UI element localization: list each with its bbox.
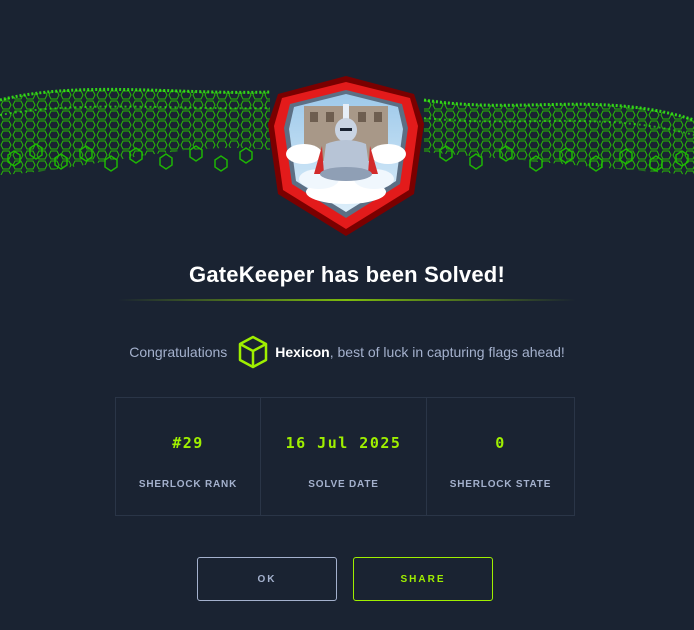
stat-state-label: SHERLOCK STATE [449, 479, 552, 490]
congratulations-message: Congratulations Hexicon , best of luck i… [0, 332, 694, 372]
ok-button[interactable]: OK [197, 557, 337, 601]
congrats-suffix: , best of luck in capturing flags ahead! [329, 344, 565, 360]
stat-solve-date: 16 Jul 2025 SOLVE DATE [261, 398, 427, 515]
user-cube-icon [237, 335, 269, 369]
stat-rank-value: #29 [172, 434, 204, 452]
stats-panel: #29 SHERLOCK RANK 16 Jul 2025 SOLVE DATE… [115, 397, 575, 516]
congrats-prefix: Congratulations [129, 344, 228, 360]
stat-solve-date-label: SOLVE DATE [308, 479, 379, 490]
modal-title: GateKeeper has been Solved! [189, 262, 505, 287]
title-divider [118, 299, 576, 301]
badge-shield-icon [264, 74, 428, 238]
share-button[interactable]: SHARE [353, 557, 493, 601]
username[interactable]: Hexicon [275, 344, 329, 360]
stat-state-value: 0 [495, 434, 506, 452]
stat-rank-label: SHERLOCK RANK [138, 479, 238, 490]
stat-state: 0 SHERLOCK STATE [427, 398, 574, 515]
stat-rank: #29 SHERLOCK RANK [116, 398, 261, 515]
stat-solve-date-value: 16 Jul 2025 [285, 434, 402, 452]
